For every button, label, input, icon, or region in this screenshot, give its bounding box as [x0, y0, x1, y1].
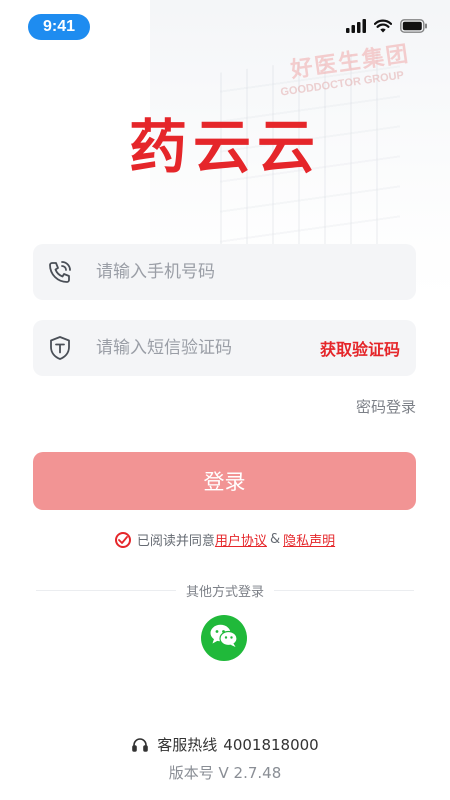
phone-input[interactable] [94, 261, 416, 283]
wechat-icon [209, 623, 239, 653]
status-time: 9:41 [28, 14, 90, 40]
agreement-prefix: 已阅读并同意 [136, 534, 215, 549]
agreement-amp: & [269, 532, 281, 547]
check-circle-icon[interactable] [114, 531, 131, 548]
battery-icon [400, 18, 428, 37]
hotline-number[interactable]: 4001818000 [223, 736, 318, 754]
phone-field[interactable] [33, 244, 416, 300]
wechat-login-button[interactable] [201, 615, 247, 661]
signal-icon [346, 18, 366, 37]
user-agreement-link[interactable]: 用户协议 [215, 530, 267, 549]
wifi-icon [373, 18, 393, 37]
privacy-link[interactable]: 隐私声明 [283, 530, 335, 549]
login-button[interactable]: 登录 [33, 452, 416, 510]
hotline-row[interactable]: 客服热线 4001818000 [0, 734, 450, 755]
status-bar: 9:41 [0, 0, 450, 52]
phone-call-icon [46, 258, 74, 286]
shield-t-icon [46, 334, 74, 362]
sms-code-input[interactable] [94, 337, 320, 359]
agreement-row: 已阅读并同意 用户协议 & 隐私声明 [0, 530, 450, 549]
status-icons [346, 18, 428, 37]
divider-line-left [36, 589, 176, 591]
divider-line-right [274, 589, 415, 591]
headset-icon [131, 736, 149, 754]
password-login-link[interactable]: 密码登录 [356, 396, 416, 417]
version-label: 版本号 V 2.7.48 [168, 764, 282, 782]
get-code-button[interactable]: 获取验证码 [320, 336, 400, 360]
app-logo: 药云云 [128, 113, 321, 181]
other-login-label: 其他方式登录 [186, 584, 265, 600]
other-login-divider: 其他方式登录 [36, 580, 415, 600]
hotline-label: 客服热线 [157, 736, 218, 754]
sms-code-field[interactable]: 获取验证码 [33, 320, 416, 376]
